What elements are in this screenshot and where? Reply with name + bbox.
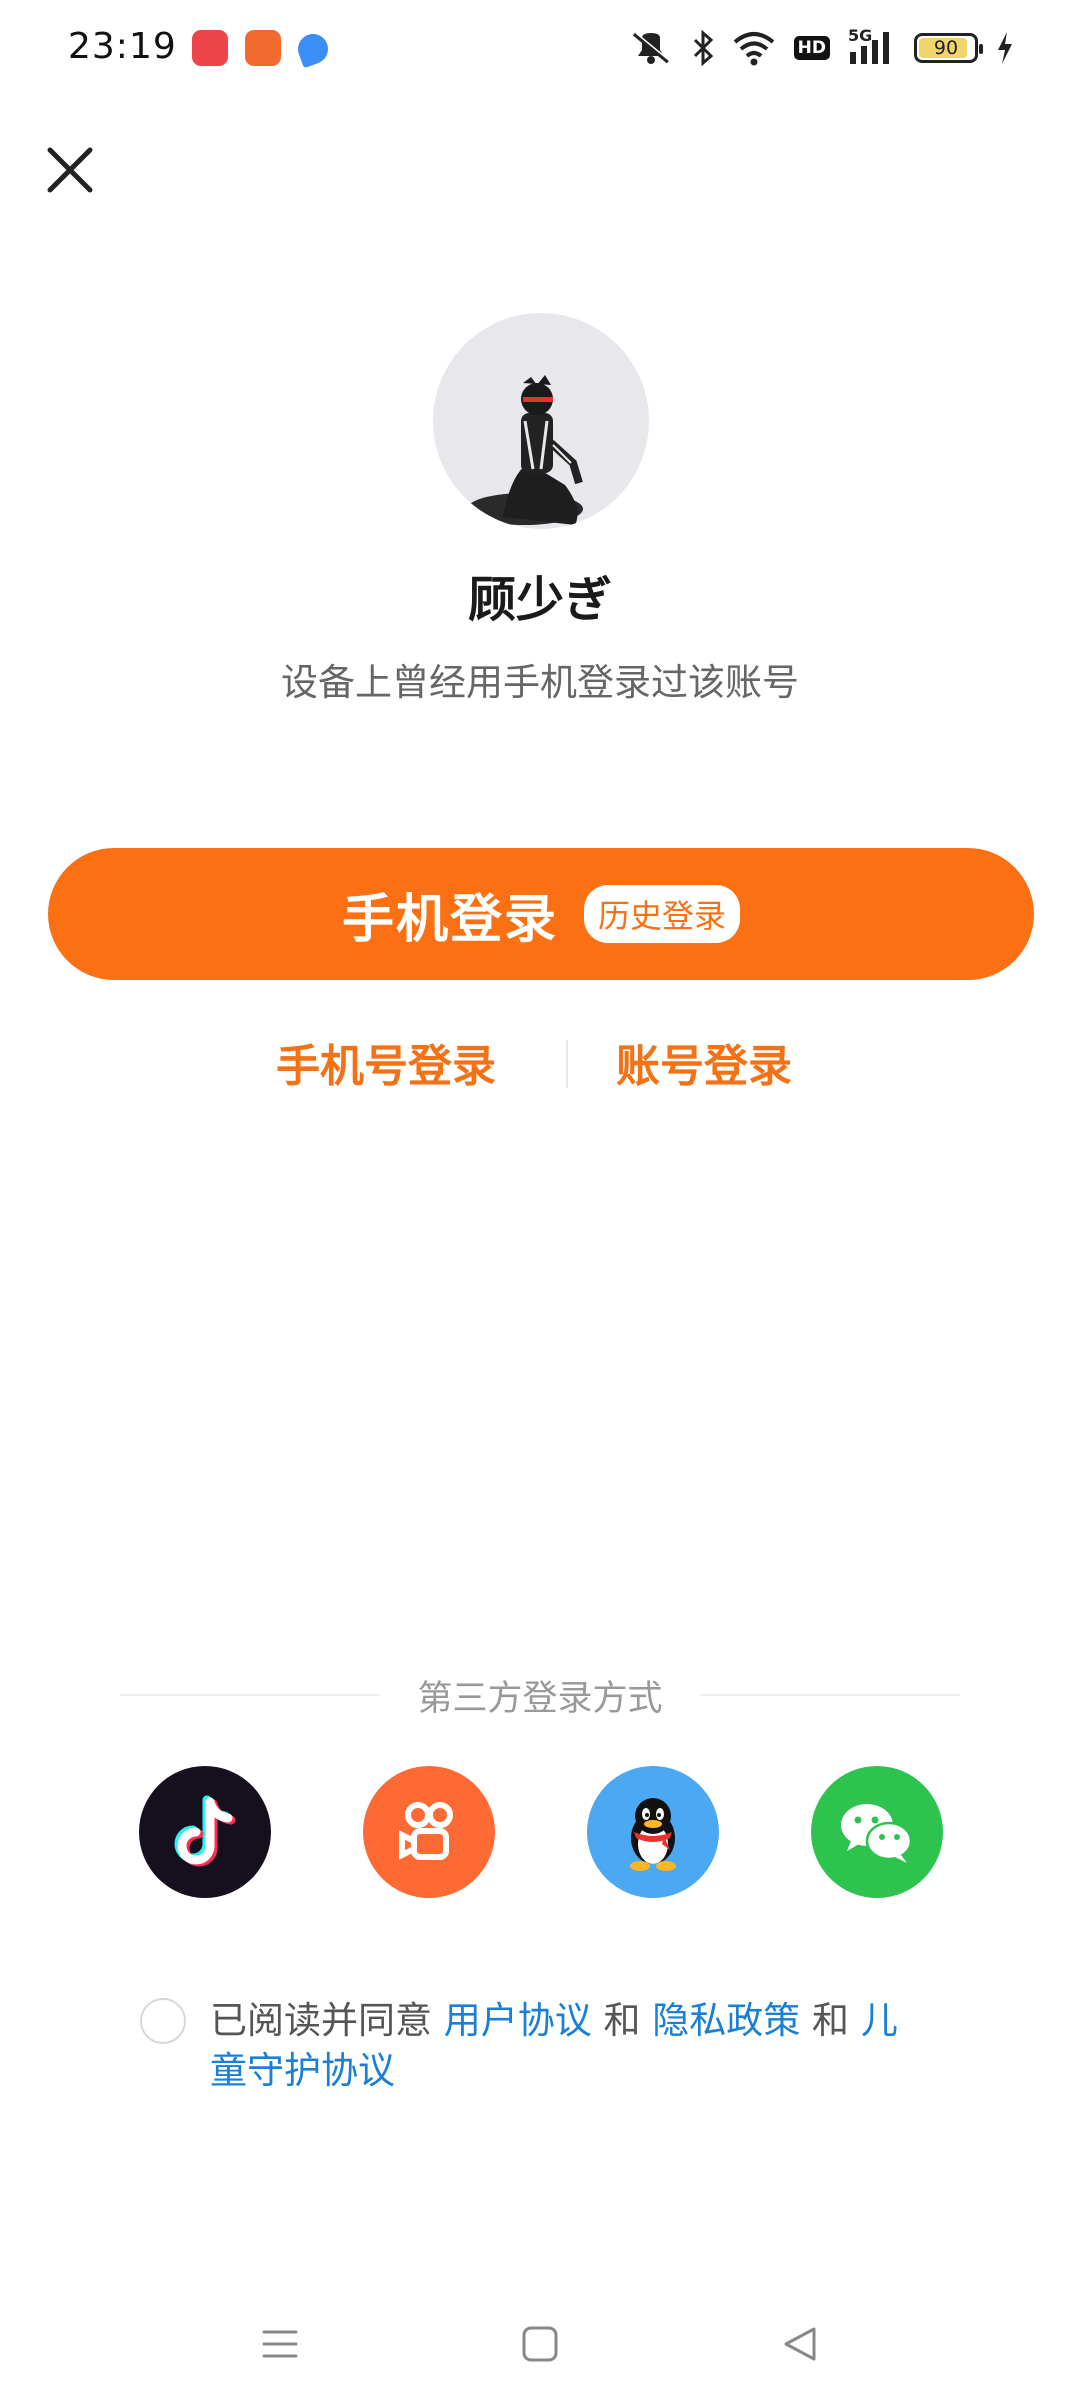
hd-icon: HD	[793, 36, 830, 60]
signal-icon: 5G	[848, 26, 896, 66]
wechat-icon	[841, 1804, 913, 1863]
kuaishou-icon	[399, 1802, 453, 1860]
navigation-bar	[0, 2300, 1080, 2380]
network-type-label: 5G	[848, 26, 873, 45]
agreement-prefix: 已阅读并同意	[210, 1999, 444, 2042]
wifi-icon	[732, 30, 776, 66]
feather-app-icon	[293, 29, 333, 69]
status-time: 23:19	[68, 26, 177, 67]
wechat-login-button[interactable]	[811, 1766, 943, 1898]
kuaishou-app-icon	[245, 30, 281, 66]
status-icons: HD 5G 90	[628, 26, 1014, 68]
avatar	[433, 313, 649, 529]
battery-icon: 90	[914, 33, 983, 63]
bluetooth-icon	[692, 30, 714, 66]
douyin-icon	[174, 1795, 236, 1867]
device-login-hint: 设备上曾经用手机登录过该账号	[281, 661, 799, 704]
agreement-checkbox[interactable]	[140, 1998, 186, 2044]
battery-cap	[979, 44, 983, 54]
phone-login-button[interactable]: 手机登录 历史登录	[48, 848, 1034, 980]
phone-number-login-link[interactable]: 手机号登录	[276, 1030, 496, 1094]
history-login-badge: 历史登录	[584, 885, 741, 943]
agreement-text: 已阅读并同意 用户协议 和 隐私政策 和 儿童守护协议	[210, 1996, 930, 2096]
agreement-and-1: 和	[591, 1999, 653, 2042]
alt-login-divider	[566, 1040, 568, 1088]
phone-login-label: 手机登录	[341, 889, 558, 950]
battery-percent: 90	[933, 37, 959, 59]
username: 顾少ぎ	[467, 572, 612, 628]
mute-icon	[628, 30, 674, 66]
qq-icon	[630, 1798, 676, 1871]
charging-icon	[996, 30, 1014, 66]
kuaishou-login-button[interactable]	[363, 1766, 495, 1898]
nav-menu-button[interactable]	[250, 2314, 310, 2374]
nav-back-button[interactable]	[770, 2314, 830, 2374]
qq-login-button[interactable]	[587, 1766, 719, 1898]
douyin-app-icon	[192, 30, 228, 66]
account-login-link[interactable]: 账号登录	[616, 1030, 792, 1094]
menu-icon	[262, 2330, 298, 2358]
home-icon	[522, 2326, 558, 2362]
back-icon	[784, 2327, 816, 2361]
close-icon	[47, 147, 93, 193]
status-bar: 23:19 HD 5G 90	[0, 0, 1080, 96]
divider-right	[700, 1694, 960, 1696]
nav-home-button[interactable]	[510, 2314, 570, 2374]
close-button[interactable]	[40, 140, 100, 200]
avatar-image	[467, 375, 583, 525]
douyin-login-button[interactable]	[139, 1766, 271, 1898]
alt-login-links: 手机号登录 账号登录	[0, 1030, 1080, 1098]
user-agreement-link[interactable]: 用户协议	[444, 1999, 592, 2042]
agreement-and-2: 和	[800, 1999, 861, 2042]
privacy-policy-link[interactable]: 隐私政策	[652, 1999, 800, 2042]
third-party-header: 第三方登录方式	[120, 1670, 960, 1719]
